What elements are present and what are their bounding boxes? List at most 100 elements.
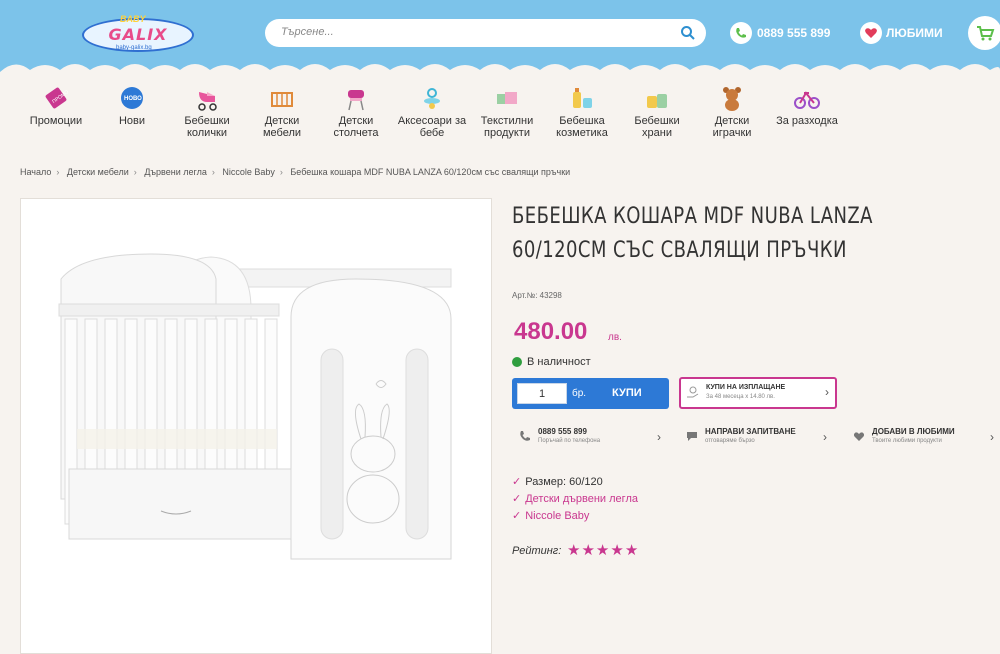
action-subtitle: отговаряме бързо (705, 438, 755, 444)
category-label: Нови (118, 115, 146, 127)
cart-icon (977, 26, 995, 41)
attribute-category-value: Детски дървени легла (525, 493, 638, 505)
hand-coin-icon (687, 386, 699, 398)
chevron-right-icon: › (990, 430, 994, 444)
phone-icon (736, 28, 746, 38)
teddy-bear-icon (723, 87, 741, 111)
phone-badge[interactable] (730, 22, 752, 44)
chevron-right-icon: › (211, 167, 215, 177)
new-badge-icon: НОВО (121, 87, 143, 109)
tricycle-icon (794, 91, 820, 109)
quantity-input[interactable] (517, 383, 567, 404)
chevron-right-icon: › (657, 430, 661, 444)
promo-tag-icon: ПРОМО (45, 87, 70, 109)
check-icon: ✓ (512, 510, 522, 522)
breadcrumb-wooden-beds[interactable]: Дървени легла (144, 167, 207, 177)
svg-text:НОВО: НОВО (124, 96, 142, 102)
logo-baby-text: BABY (120, 14, 146, 24)
phone-icon (520, 431, 530, 441)
crib-icon (271, 92, 293, 107)
category-accessories[interactable]: Аксесоари за бебе (396, 84, 468, 139)
category-baby-food[interactable]: Бебешки храни (621, 84, 693, 139)
star-icon: ★ (595, 542, 611, 559)
category-label: Детски мебели (262, 115, 302, 139)
cloud-border (0, 64, 1000, 86)
attribute-size-value: Размер: 60/120 (525, 476, 603, 488)
category-high-chairs[interactable]: Детски столчета (320, 84, 392, 139)
pacifier-icon (424, 88, 440, 109)
breadcrumb-furniture[interactable]: Детски мебели (67, 167, 129, 177)
action-title: НАПРАВИ ЗАПИТВАНЕ (705, 427, 796, 436)
category-cosmetics[interactable]: Бебешка козметика (546, 84, 618, 139)
product-image-panel[interactable] (20, 198, 492, 654)
category-label: Текстилни продукти (480, 115, 534, 139)
high-chair-icon (348, 90, 364, 111)
buy-button[interactable]: КУПИ (612, 387, 642, 399)
add-to-favorites-button[interactable]: ДОБАВИ В ЛЮБИМИ Твоите любими продукти › (846, 421, 1000, 451)
breadcrumb: Начало › Детски мебели › Дървени легла › Ni… (20, 167, 570, 177)
favorites-badge[interactable] (860, 22, 882, 44)
stroller-icon (198, 92, 217, 111)
product-title: Бебешка кошара MDF NUBA LANZA 60/120см с… (512, 204, 873, 263)
chevron-right-icon: › (279, 167, 283, 177)
price-currency: лв. (608, 332, 622, 343)
breadcrumb-current: Бебешка кошара MDF NUBA LANZA 60/120см с… (290, 167, 571, 177)
category-label: Промоции (29, 115, 83, 127)
star-icon: ★ (610, 542, 625, 559)
search-input[interactable]: Търсене... (265, 19, 706, 47)
logo-main-text: GALIX (108, 25, 168, 44)
leasing-title: КУПИ НА ИЗПЛАЩАНЕ (706, 384, 786, 391)
breadcrumb-home[interactable]: Начало (20, 167, 51, 177)
chat-icon (687, 432, 697, 441)
category-label: Бебешки храни (634, 115, 680, 139)
breadcrumb-brand[interactable]: Niccole Baby (222, 167, 275, 177)
order-by-phone-button[interactable]: 0889 555 899 Поръчай по телефона › (512, 421, 667, 451)
category-label: Аксесоари за бебе (397, 115, 467, 139)
rating-stars: ★★★★★ (567, 541, 639, 559)
site-logo[interactable]: BABY GALIX baby-galix.bg (82, 14, 194, 54)
stock-status: В наличност (527, 356, 591, 368)
header-phone[interactable]: 0889 555 899 (757, 26, 830, 40)
heart-icon (853, 432, 865, 441)
leasing-subtitle: За 48 месеца х 14.80 лв. (706, 394, 775, 400)
quantity-unit: бр. (572, 388, 587, 399)
search-icon[interactable] (680, 25, 696, 41)
category-promotions[interactable]: ПРОМО Промоции (20, 84, 92, 127)
cosmetics-icon (573, 88, 592, 108)
cart-button[interactable] (968, 16, 1000, 50)
chevron-right-icon: › (56, 167, 60, 177)
inquiry-button[interactable]: НАПРАВИ ЗАПИТВАНЕ отговаряме бързо › (679, 421, 837, 451)
in-stock-icon (512, 357, 522, 367)
category-label: Детски играчки (712, 115, 752, 139)
category-toys[interactable]: Детски играчки (696, 84, 768, 139)
category-textiles[interactable]: Текстилни продукти (471, 84, 543, 139)
attribute-brand-value: Niccole Baby (525, 510, 590, 522)
star-icon: ★ (567, 542, 582, 559)
baby-food-icon (647, 94, 667, 108)
attribute-category[interactable]: ✓ Детски дървени легла (512, 492, 638, 505)
category-outdoor[interactable]: За разходка (771, 84, 843, 127)
category-furniture[interactable]: Детски мебели (246, 84, 318, 139)
category-label: За разходка (776, 115, 838, 127)
category-strollers[interactable]: Бебешки колички (171, 84, 243, 139)
product-sku: Арт.№: 43298 (512, 291, 562, 300)
crib-product-image (58, 253, 452, 560)
product-price: 480.00 (514, 318, 588, 345)
action-title: ДОБАВИ В ЛЮБИМИ (872, 427, 955, 436)
attribute-brand[interactable]: ✓ Niccole Baby (512, 509, 589, 522)
star-icon: ★ (624, 542, 640, 559)
category-label: Бебешка козметика (556, 115, 608, 139)
search-placeholder: Търсене... (281, 26, 334, 38)
category-label: Детски столчета (333, 115, 379, 139)
category-new[interactable]: НОВО Нови (96, 84, 168, 127)
check-icon: ✓ (512, 493, 522, 505)
star-icon: ★ (581, 542, 596, 559)
leasing-button[interactable]: КУПИ НА ИЗПЛАЩАНЕ За 48 месеца х 14.80 л… (679, 377, 837, 409)
chevron-right-icon: › (823, 430, 827, 444)
action-subtitle: Твоите любими продукти (872, 438, 942, 444)
action-subtitle: Поръчай по телефона (538, 438, 601, 444)
logo-sub-text: baby-galix.bg (116, 45, 152, 51)
check-icon: ✓ (512, 476, 522, 488)
category-label: Бебешки колички (184, 115, 230, 139)
favorites-link[interactable]: ЛЮБИМИ (886, 26, 943, 40)
